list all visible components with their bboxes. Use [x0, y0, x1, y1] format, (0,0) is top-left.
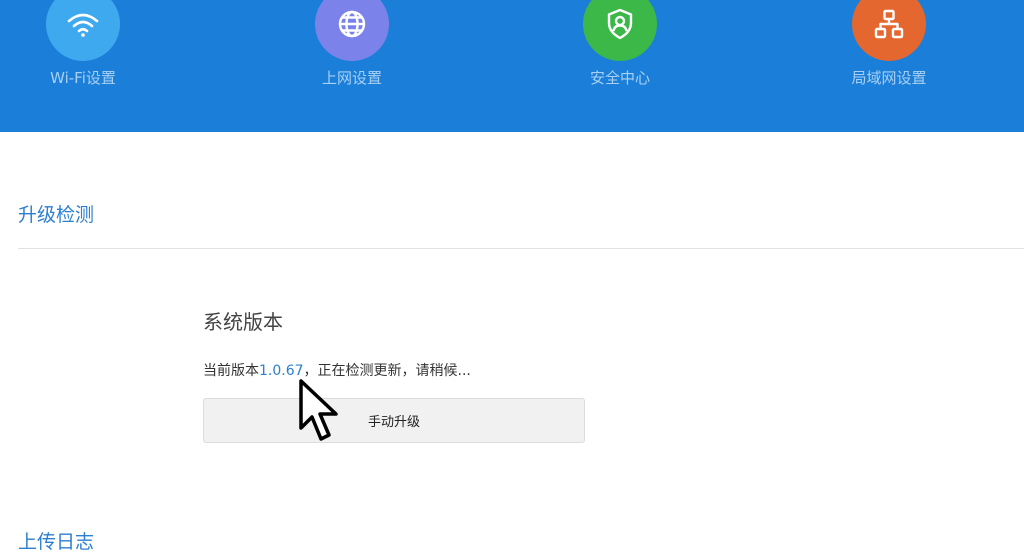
nav-label-internet-settings: 上网设置: [321, 69, 382, 87]
nav-item-security-center[interactable]: 安全中心: [540, 0, 700, 87]
nav-item-lan-settings[interactable]: 局域网设置: [809, 0, 969, 87]
nav-label-lan-settings: 局域网设置: [851, 69, 927, 87]
section-title-upgrade-check: 升级检测: [18, 204, 95, 226]
top-nav-bar: Wi-Fi设置 上网设置 安全中心 局域网设置: [0, 0, 1024, 132]
wifi-icon: [46, 0, 120, 61]
nav-label-security-center: 安全中心: [589, 69, 650, 87]
nav-label-wifi-settings: Wi-Fi设置: [50, 69, 116, 87]
section-title-upload-log: 上传日志: [18, 531, 95, 553]
globe-icon: [315, 0, 389, 61]
system-version-title: 系统版本: [203, 310, 283, 334]
mouse-pointer-icon: [299, 379, 338, 441]
shield-user-icon: [583, 0, 657, 61]
manual-upgrade-button[interactable]: 手动升级: [203, 398, 585, 443]
version-status-suffix: ，正在检测更新，请稍候...: [303, 363, 471, 379]
version-status-prefix: 当前版本: [203, 363, 259, 379]
current-version-number: 1.0.67: [259, 363, 304, 379]
section-divider: [18, 248, 1024, 249]
version-status-line: 当前版本1.0.67，正在检测更新，请稍候...: [203, 360, 471, 380]
nav-item-wifi-settings[interactable]: Wi-Fi设置: [3, 0, 163, 87]
lan-network-icon: [852, 0, 926, 61]
nav-item-internet-settings[interactable]: 上网设置: [272, 0, 432, 87]
